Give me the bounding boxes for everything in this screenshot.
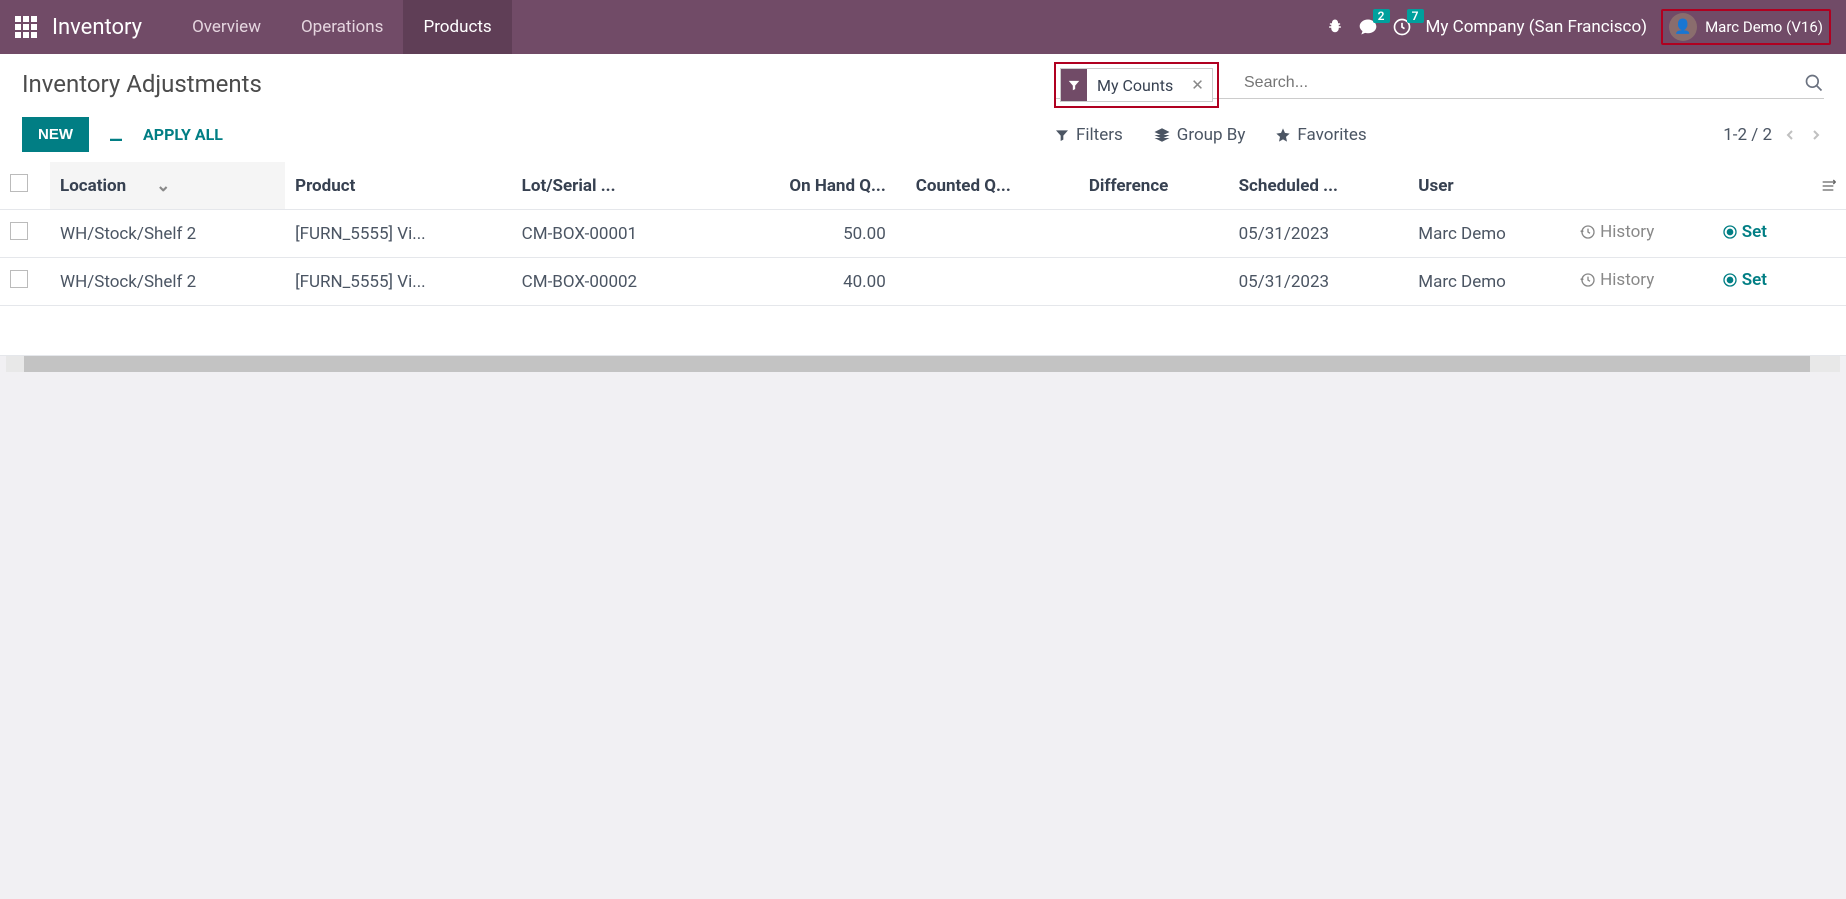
col-sched[interactable]: Scheduled ...: [1229, 162, 1409, 210]
nav-operations[interactable]: Operations: [281, 0, 404, 54]
pager: 1-2 / 2: [1723, 125, 1824, 145]
main-navbar: Inventory Overview Operations Products 2…: [0, 0, 1846, 54]
apps-icon[interactable]: [15, 16, 37, 38]
messages-badge: 2: [1373, 9, 1390, 23]
filters-button[interactable]: Filters: [1054, 125, 1123, 145]
search-icon[interactable]: [1804, 73, 1824, 93]
cell-onhand: 50.00: [716, 210, 906, 258]
debug-icon[interactable]: [1326, 18, 1344, 36]
cell-sched: 05/31/2023: [1229, 258, 1409, 306]
cell-diff: [1079, 258, 1229, 306]
table-container: Location⌄ Product Lot/Serial ... On Hand…: [0, 162, 1846, 356]
filters-label: Filters: [1076, 125, 1123, 145]
cell-location: WH/Stock/Shelf 2: [50, 210, 285, 258]
adjust-columns-icon[interactable]: [1810, 162, 1846, 210]
favorites-button[interactable]: Favorites: [1275, 125, 1366, 145]
facet-label: My Counts: [1087, 76, 1183, 95]
messages-icon[interactable]: 2: [1358, 17, 1378, 37]
chevron-down-icon: ⌄: [156, 176, 170, 196]
set-button[interactable]: Set: [1722, 222, 1767, 242]
activities-icon[interactable]: 7: [1392, 17, 1412, 37]
avatar: 👤: [1669, 13, 1697, 41]
filter-icon: [1061, 69, 1087, 101]
app-brand[interactable]: Inventory: [52, 15, 142, 40]
row-checkbox[interactable]: [10, 222, 28, 240]
col-onhand[interactable]: On Hand Q...: [716, 162, 906, 210]
cell-lot: CM-BOX-00001: [512, 210, 716, 258]
col-location[interactable]: Location⌄: [50, 162, 285, 210]
col-product[interactable]: Product: [285, 162, 512, 210]
page-title: Inventory Adjustments: [22, 70, 262, 98]
nav-overview[interactable]: Overview: [172, 0, 281, 54]
search-bar[interactable]: My Counts ✕: [1054, 68, 1824, 99]
cell-user: Marc Demo: [1408, 210, 1570, 258]
download-icon[interactable]: [107, 126, 125, 144]
facet-remove-icon[interactable]: ✕: [1183, 76, 1212, 94]
table-row[interactable]: WH/Stock/Shelf 2 [FURN_5555] Vi... CM-BO…: [0, 210, 1846, 258]
horizontal-scrollbar[interactable]: [6, 356, 1840, 372]
group-by-label: Group By: [1177, 125, 1246, 145]
set-button[interactable]: Set: [1722, 270, 1767, 290]
company-selector[interactable]: My Company (San Francisco): [1426, 17, 1648, 37]
nav-products[interactable]: Products: [403, 0, 511, 54]
control-panel: Inventory Adjustments My Counts ✕ NEW AP…: [0, 54, 1846, 162]
history-button[interactable]: History: [1580, 222, 1654, 242]
activities-badge: 7: [1407, 9, 1424, 23]
apply-all-button[interactable]: APPLY ALL: [143, 125, 223, 144]
pager-prev-icon[interactable]: [1782, 127, 1798, 143]
user-menu[interactable]: 👤 Marc Demo (V16): [1661, 9, 1831, 45]
col-counted[interactable]: Counted Q...: [906, 162, 1079, 210]
inventory-table: Location⌄ Product Lot/Serial ... On Hand…: [0, 162, 1846, 306]
row-checkbox[interactable]: [10, 270, 28, 288]
favorites-label: Favorites: [1297, 125, 1366, 145]
select-all-checkbox[interactable]: [10, 174, 28, 192]
cell-product: [FURN_5555] Vi...: [285, 258, 512, 306]
cell-lot: CM-BOX-00002: [512, 258, 716, 306]
cell-location: WH/Stock/Shelf 2: [50, 258, 285, 306]
cell-counted[interactable]: [906, 258, 1079, 306]
col-lot[interactable]: Lot/Serial ...: [512, 162, 716, 210]
col-diff[interactable]: Difference: [1079, 162, 1229, 210]
cell-product: [FURN_5555] Vi...: [285, 210, 512, 258]
history-button[interactable]: History: [1580, 270, 1654, 290]
cell-sched: 05/31/2023: [1229, 210, 1409, 258]
new-button[interactable]: NEW: [22, 117, 89, 152]
pager-next-icon[interactable]: [1808, 127, 1824, 143]
search-input[interactable]: [1234, 68, 1804, 98]
cell-user: Marc Demo: [1408, 258, 1570, 306]
user-name: Marc Demo (V16): [1705, 18, 1823, 36]
table-row[interactable]: WH/Stock/Shelf 2 [FURN_5555] Vi... CM-BO…: [0, 258, 1846, 306]
col-user[interactable]: User: [1408, 162, 1570, 210]
pager-text: 1-2 / 2: [1723, 125, 1772, 145]
group-by-button[interactable]: Group By: [1153, 125, 1246, 145]
cell-onhand: 40.00: [716, 258, 906, 306]
search-facet: My Counts ✕: [1060, 68, 1213, 102]
cell-diff: [1079, 210, 1229, 258]
cell-counted[interactable]: [906, 210, 1079, 258]
